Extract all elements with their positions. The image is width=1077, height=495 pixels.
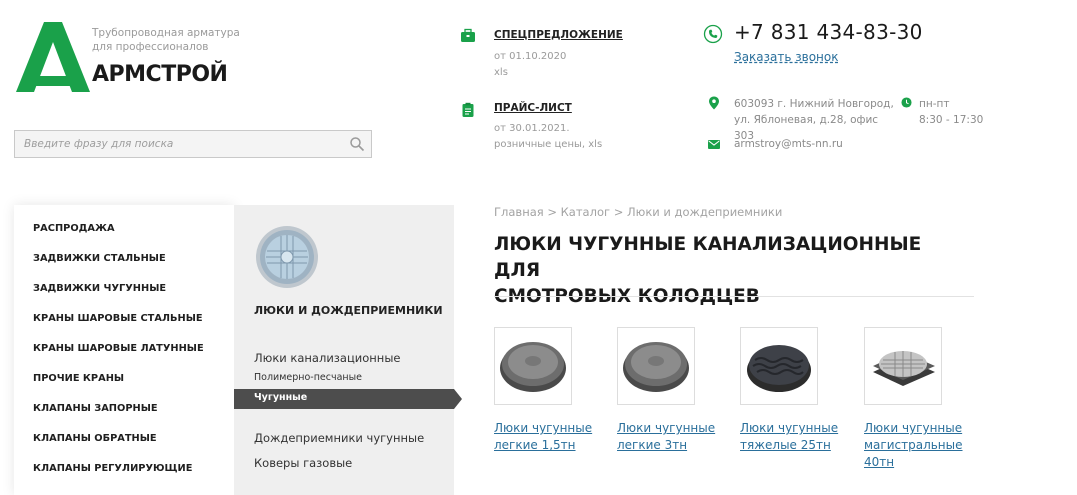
brand-tagline: Трубопроводная арматура для профессионал… — [92, 27, 240, 53]
menu-item-control-valves[interactable]: КЛАПАНЫ РЕГУЛИРУЮЩИЕ — [33, 463, 192, 474]
submenu-link-rain-inlets[interactable]: Дождеприемники чугунные — [254, 431, 424, 445]
working-hours: пн-пт 8:30 - 17:30 — [919, 98, 984, 126]
breadcrumb-current: Люки и дождеприемники — [626, 205, 783, 219]
breadcrumb-home[interactable]: Главная — [494, 205, 544, 219]
breadcrumb: Главная > Каталог > Люки и дождеприемник… — [494, 205, 782, 219]
price-list-link[interactable]: ПРАЙС-ЛИСТ — [494, 102, 572, 114]
search-icon[interactable] — [349, 136, 365, 152]
breadcrumb-catalog[interactable]: Каталог — [561, 205, 610, 219]
briefcase-icon — [461, 28, 475, 42]
product-link-heavy-25t[interactable]: Люки чугунные тяжелые 25тн — [740, 420, 850, 454]
breadcrumb-separator: > — [613, 205, 624, 219]
submenu-link-gas-covers[interactable]: Коверы газовые — [254, 456, 352, 470]
menu-item-shutoff-valves[interactable]: КЛАПАНЫ ЗАПОРНЫЕ — [33, 403, 158, 414]
search-box — [14, 130, 372, 158]
clock-icon — [901, 97, 912, 108]
product-image-light-3t[interactable] — [617, 327, 695, 405]
submenu-link-polymer-sand[interactable]: Полимерно-песчаные — [254, 372, 362, 383]
menu-item-brass-ball-valves[interactable]: КРАНЫ ШАРОВЫЕ ЛАТУННЫЕ — [33, 343, 204, 354]
product-image-light-1-5t[interactable] — [494, 327, 572, 405]
callback-link[interactable]: Заказать звонок — [734, 50, 839, 64]
catalog-menu: РАСПРОДАЖА ЗАДВИЖКИ СТАЛЬНЫЕ ЗАДВИЖКИ ЧУ… — [14, 205, 234, 495]
mail-icon — [708, 140, 720, 149]
menu-item-steel-ball-valves[interactable]: КРАНЫ ШАРОВЫЕ СТАЛЬНЫЕ — [33, 313, 203, 324]
logo-mark[interactable] — [14, 20, 92, 92]
product-link-light-1-5t[interactable]: Люки чугунные легкие 1,5тн — [494, 420, 604, 454]
submenu-active-arrow — [454, 389, 462, 409]
manhole-cover-image — [623, 342, 689, 392]
special-offer-link[interactable]: СПЕЦПРЕДЛОЖЕНИЕ — [494, 29, 623, 41]
product-image-heavy-25t[interactable] — [740, 327, 818, 405]
submenu-link-cast-iron[interactable]: Чугунные — [254, 392, 307, 403]
price-list-details: от 30.01.2021. розничные цены, xls — [494, 123, 603, 150]
submenu-link-sewer-manholes[interactable]: Люки канализационные — [254, 351, 400, 365]
phone-icon — [703, 24, 723, 44]
location-pin-icon — [709, 96, 719, 110]
menu-item-steel-gate-valves[interactable]: ЗАДВИЖКИ СТАЛЬНЫЕ — [33, 253, 166, 264]
page-title: ЛЮКИ ЧУГУННЫЕ КАНАЛИЗАЦИОННЫЕ ДЛЯ СМОТРО… — [494, 234, 922, 307]
manhole-cover-image — [747, 345, 811, 392]
title-divider — [494, 296, 974, 297]
menu-item-check-valves[interactable]: КЛАПАНЫ ОБРАТНЫЕ — [33, 433, 157, 444]
menu-item-other-valves[interactable]: ПРОЧИЕ КРАНЫ — [33, 373, 124, 384]
breadcrumb-separator: > — [547, 205, 557, 219]
product-link-light-3t[interactable]: Люки чугунные легкие 3тн — [617, 420, 727, 454]
search-input[interactable] — [15, 131, 344, 157]
brand-name[interactable]: АРМСТРОЙ — [92, 62, 228, 87]
menu-item-cast-iron-gate-valves[interactable]: ЗАДВИЖКИ ЧУГУННЫЕ — [33, 283, 166, 294]
address: 603093 г. Нижний Новгород, ул. Яблоневая… — [734, 98, 894, 142]
manhole-cover-image — [500, 342, 566, 392]
clipboard-icon — [462, 102, 474, 117]
manhole-category-image — [256, 226, 318, 288]
menu-item-sale[interactable]: РАСПРОДАЖА — [33, 223, 115, 234]
submenu-title: ЛЮКИ И ДОЖДЕПРИЕМНИКИ — [254, 304, 443, 317]
product-link-main-40t[interactable]: Люки чугунные магистральные 40тн — [864, 420, 974, 471]
email-link[interactable]: armstroy@mts-nn.ru — [734, 138, 843, 150]
special-offer-details: от 01.10.2020 xls — [494, 51, 567, 78]
phone-number[interactable]: +7 831 434-83-30 — [734, 20, 923, 44]
product-image-main-40t[interactable] — [864, 327, 942, 405]
manhole-cover-image — [873, 351, 935, 386]
